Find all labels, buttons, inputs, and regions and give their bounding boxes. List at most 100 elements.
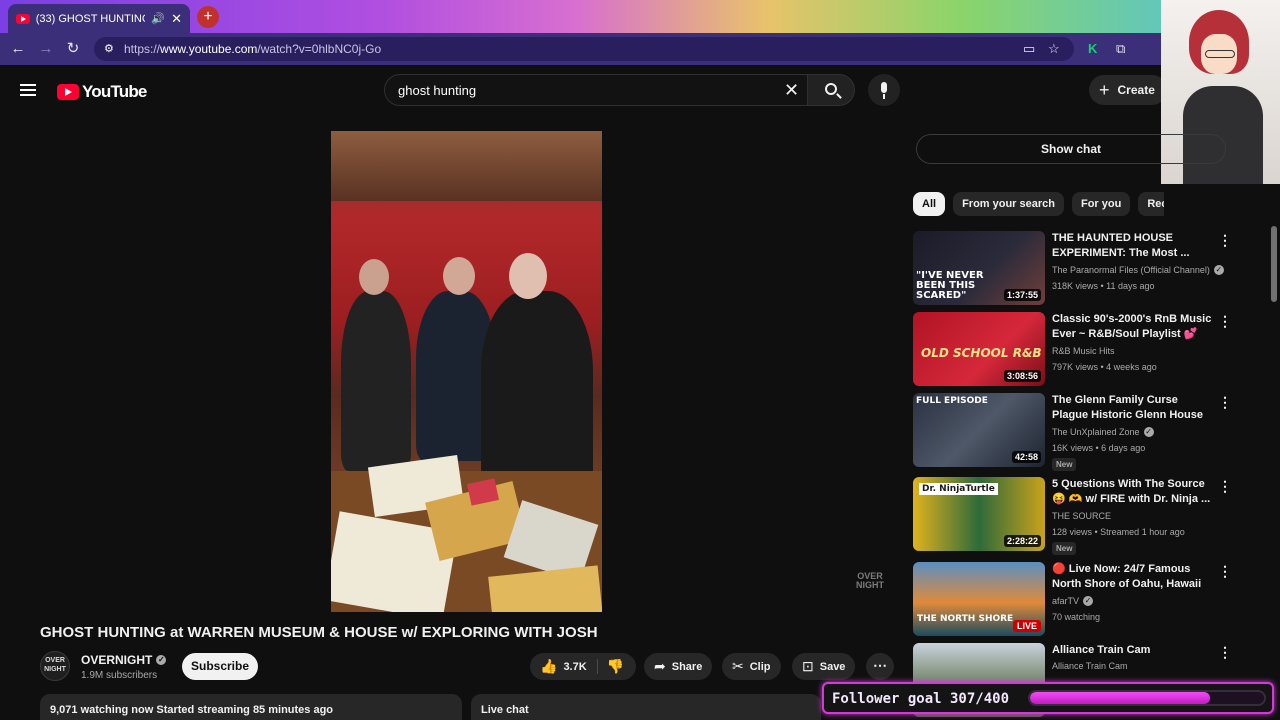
thumbs-down-icon[interactable]: 👎 [607,658,624,675]
chips-fade [1164,186,1280,222]
show-chat-button[interactable]: Show chat [916,134,1226,164]
rec-channel-row[interactable]: THE SOURCE [1052,511,1232,521]
rec-title[interactable]: THE HAUNTED HOUSE EXPERIMENT: The Most .… [1052,231,1212,261]
subscribe-button[interactable]: Subscribe [182,653,258,680]
logo-text: YouTube [82,82,147,101]
more-vert-icon[interactable]: ⋮ [1218,233,1232,247]
verified-badge-icon: ✓ [1143,427,1154,437]
thumbs-up-icon[interactable]: 👍 [540,658,557,675]
rec-channel[interactable]: afarTV [1052,596,1079,606]
chip-for-you[interactable]: For you [1071,192,1131,216]
live-chat-panel[interactable]: Live chat [471,694,821,720]
scissors-icon: ✂ [732,658,744,674]
back-arrow-icon[interactable]: ← [8,39,28,59]
recommendation-item[interactable]: FULL EPISODE 42:58 The Glenn Family Curs… [913,393,1233,471]
duration-badge: 42:58 [1011,451,1041,463]
recommendation-item[interactable]: THE NORTH SHORE LIVE 🔴 Live Now: 24/7 Fa… [913,562,1233,636]
video-person-3 [481,291,593,491]
channel-avatar[interactable]: OVER NIGHT [40,651,70,681]
rec-channel[interactable]: R&B Music Hits [1052,346,1115,356]
url-path: /watch?v=0hlbNC0j-Go [257,42,382,56]
clip-button[interactable]: ✂ Clip [722,653,781,680]
more-vert-icon[interactable]: ⋮ [1218,479,1232,493]
more-vert-icon[interactable]: ⋮ [1218,395,1232,409]
follower-goal-label: Follower goal 307/400 [832,691,1010,707]
channel-name[interactable]: OVERNIGHT [81,653,152,667]
rec-title[interactable]: 🔴 Live Now: 24/7 Famous North Shore of O… [1052,562,1212,592]
save-button[interactable]: ⊡ Save [792,653,856,680]
site-info-icon[interactable]: ⚙ [104,42,114,55]
filter-chips: All From your search For you Recent [913,192,1194,216]
menu-icon[interactable] [20,84,36,96]
thumbnail-text: THE NORTH SHORE [917,614,1014,624]
thumbnail-text: FULL EPISODE [916,396,988,406]
video-thumbnail[interactable]: THE NORTH SHORE LIVE [913,562,1045,636]
video-ceiling [331,131,602,201]
forward-arrow-icon[interactable]: → [36,39,56,59]
recommendation-item[interactable]: "I'VE NEVER BEEN THIS SCARED" 1:37:55 TH… [913,231,1233,305]
search-button[interactable] [807,74,855,106]
description-box[interactable]: 9,071 watching now Started streaming 85 … [40,694,462,720]
video-player[interactable] [331,131,602,612]
more-vert-icon[interactable]: ⋮ [1218,564,1232,578]
rec-channel-row[interactable]: afarTV ✓ [1052,596,1232,606]
rec-channel-row[interactable]: The Paranormal Files (Official Channel) … [1052,265,1232,275]
extensions-icon[interactable]: ⧉ [1116,41,1125,57]
rec-channel-row[interactable]: Alliance Train Cam [1052,661,1232,671]
tab-close-icon[interactable]: ✕ [171,11,182,27]
rec-title[interactable]: 5 Questions With The Source 😝 🫶 w/ FIRE … [1052,477,1212,507]
verified-badge-icon: ✓ [1213,265,1224,275]
duration-badge: 1:37:55 [1003,289,1041,301]
like-count[interactable]: 3.7K [563,661,586,673]
search-input[interactable]: ghost hunting [384,74,808,106]
bookmark-star-icon[interactable]: ☆ [1048,41,1060,57]
video-head-3 [509,253,547,299]
tab-title: (33) GHOST HUNTING at W [35,12,146,25]
new-badge: New [1052,542,1077,555]
chip-all[interactable]: All [913,192,946,216]
more-vert-icon[interactable]: ⋮ [1218,314,1232,328]
rec-channel[interactable]: The UnXplained Zone [1052,427,1140,437]
rec-title[interactable]: Alliance Train Cam [1052,643,1212,658]
cast-icon[interactable]: ▭ [1023,41,1035,57]
recommendation-item[interactable]: OLD SCHOOL R&B 3:08:56 Classic 90's-2000… [913,312,1233,386]
video-thumbnail[interactable]: FULL EPISODE 42:58 [913,393,1045,467]
channel-watermark[interactable]: OVER NIGHT [854,572,886,602]
rec-channel[interactable]: THE SOURCE [1052,511,1111,521]
rec-title[interactable]: The Glenn Family Curse Plague Historic G… [1052,393,1212,423]
reload-icon[interactable]: ↻ [63,39,83,59]
sidebar-scrollbar[interactable] [1271,226,1277,302]
new-tab-button[interactable]: + [197,6,219,28]
rec-channel[interactable]: The Paranormal Files (Official Channel) [1052,265,1210,275]
new-badge: New [1052,458,1077,471]
browser-tab-active[interactable]: (33) GHOST HUNTING at W 🔊 ✕ [8,4,190,33]
url-host: www.youtube.com [160,42,258,56]
url-prefix: https:// [124,42,161,56]
address-bar[interactable]: ⚙ https://www.youtube.com/watch?v=0hlbNC… [94,37,1074,61]
rec-channel-row[interactable]: The UnXplained Zone ✓ [1052,427,1232,437]
thumbnail-text: "I'VE NEVER BEEN THIS SCARED" [916,270,984,301]
rec-channel[interactable]: Alliance Train Cam [1052,661,1128,671]
rec-title[interactable]: Classic 90's-2000's RnB Music Ever ~ R&B… [1052,312,1212,342]
create-button[interactable]: + Create [1089,75,1167,105]
subscriber-count: 1.9M subscribers [81,670,158,681]
more-actions-button[interactable]: ⋯ [866,653,894,680]
video-thumbnail[interactable]: "I'VE NEVER BEEN THIS SCARED" 1:37:55 [913,231,1045,305]
extension-k-icon[interactable]: K [1088,41,1102,56]
share-button[interactable]: ➦ Share [644,653,713,680]
video-thumbnail[interactable]: OLD SCHOOL R&B 3:08:56 [913,312,1045,386]
recommendation-item[interactable]: Dr. NinjaTurtle 2:28:22 5 Questions With… [913,477,1233,555]
chip-from-your-search[interactable]: From your search [953,192,1064,216]
clear-search-icon[interactable]: ✕ [784,80,799,101]
youtube-logo[interactable]: YouTube [57,82,147,102]
like-dislike-group: 👍 3.7K 👎 [530,653,636,680]
voice-search-button[interactable] [868,74,900,106]
speaker-icon[interactable]: 🔊 [151,12,165,25]
youtube-play-icon [57,84,79,100]
rec-channel-row[interactable]: R&B Music Hits [1052,346,1232,356]
more-vert-icon[interactable]: ⋮ [1218,645,1232,659]
channel-name-row[interactable]: OVERNIGHT ✓ [81,653,167,667]
video-thumbnail[interactable]: Dr. NinjaTurtle 2:28:22 [913,477,1045,551]
youtube-header: YouTube ghost hunting ✕ + Create [0,65,1280,117]
create-label: Create [1117,83,1155,97]
